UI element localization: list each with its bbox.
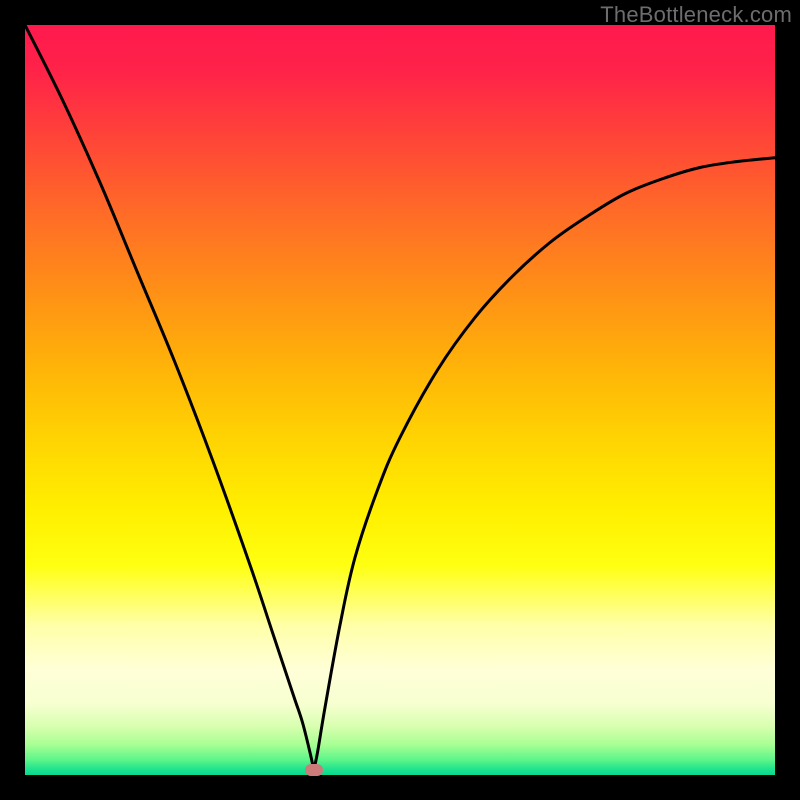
optimal-point-marker — [305, 764, 323, 776]
chart-frame — [25, 25, 775, 775]
bottleneck-curve — [25, 25, 775, 775]
